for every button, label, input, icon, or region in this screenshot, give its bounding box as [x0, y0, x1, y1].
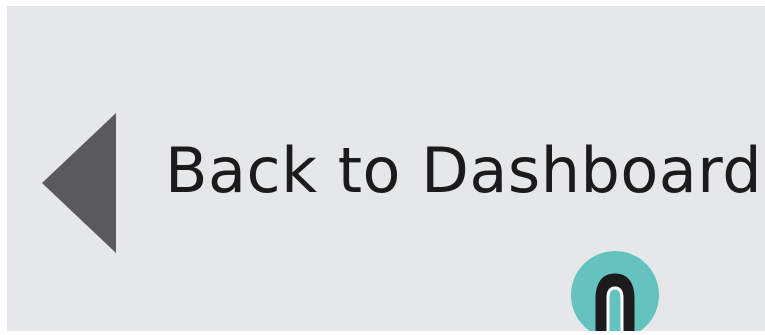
- back-arrow-icon: [42, 113, 116, 253]
- back-to-dashboard-label: Back to Dashboard: [165, 134, 763, 207]
- pointer-finger-icon: [571, 251, 659, 331]
- screen-panel: Back to Dashboard: [7, 6, 765, 331]
- back-to-dashboard-button[interactable]: Back to Dashboard: [37, 106, 762, 256]
